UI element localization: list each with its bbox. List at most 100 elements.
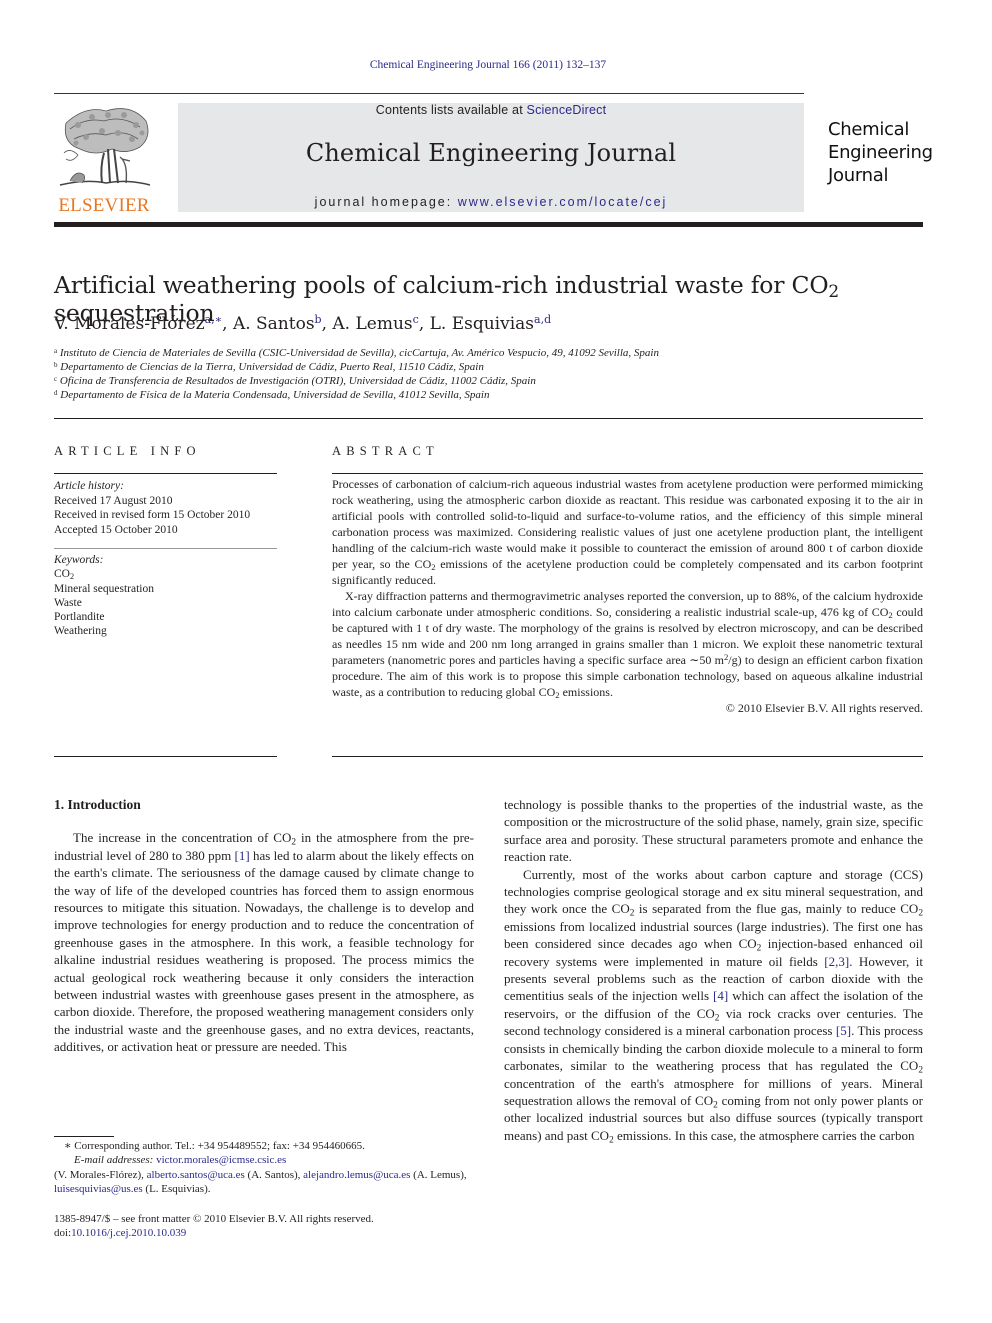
journal-citation[interactable]: Chemical Engineering Journal 166 (2011) …	[0, 59, 976, 71]
author-affiliation-mark[interactable]: b	[315, 313, 322, 326]
author-name[interactable]: L. Esquivias	[430, 314, 534, 334]
doi-link[interactable]: 10.1016/j.cej.2010.10.039	[71, 1227, 186, 1239]
abstract-bottom-rule	[332, 756, 923, 757]
article-info-rule	[54, 473, 277, 474]
subscript: 2	[918, 908, 923, 919]
contents-prefix: Contents lists available at	[375, 103, 527, 117]
body-column-left: 1. Introduction The increase in the conc…	[54, 796, 474, 1056]
affiliation-mark: b	[54, 361, 58, 369]
body-text: has led to alarm about the likely effect…	[54, 847, 474, 1055]
affiliation-mark: d	[54, 389, 58, 397]
affiliation-mark: a	[54, 347, 58, 355]
title-subscript: 2	[828, 281, 839, 302]
article-history-label: Article history:	[54, 480, 124, 492]
article-info-bottom-rule	[54, 756, 277, 757]
affiliation: c Oficina de Transferencia de Resultados…	[54, 375, 536, 387]
abstract-heading: ABSTRACT	[332, 444, 439, 458]
cover-title-line: Engineering	[828, 142, 933, 163]
issn-line: 1385-8947/$ – see front matter © 2010 El…	[54, 1213, 374, 1225]
email-link[interactable]: alejandro.lemus@uca.es	[303, 1169, 410, 1181]
footnotes: ∗ Corresponding author. Tel.: +34 954489…	[54, 1139, 474, 1196]
abstract-copyright: © 2010 Elsevier B.V. All rights reserved…	[725, 701, 923, 715]
journal-homepage-line: journal homepage: www.elsevier.com/locat…	[178, 195, 804, 209]
body-text: is separated from the flue gas, mainly t…	[634, 901, 919, 917]
footnote-rule	[54, 1136, 114, 1137]
body-text: emissions. In this case, the atmosphere …	[613, 1127, 915, 1143]
email-link[interactable]: alberto.santos@uca.es	[147, 1169, 245, 1181]
citation-link[interactable]: [1]	[234, 848, 249, 863]
sciencedirect-link[interactable]: ScienceDirect	[527, 103, 607, 117]
affiliation-text: Oficina de Transferencia de Resultados d…	[59, 375, 536, 387]
author-name[interactable]: A. Santos	[233, 314, 315, 334]
history-item: Received in revised form 15 October 2010	[54, 509, 251, 522]
keyword: Mineral sequestration	[54, 582, 154, 595]
body-paragraph: Currently, most of the works about carbo…	[504, 866, 923, 1145]
abstract-text: emissions.	[559, 685, 613, 699]
homepage-prefix: journal homepage:	[314, 195, 458, 209]
author-affiliation-mark[interactable]: a,∗	[205, 313, 223, 326]
email-owner: (L. Esquivias).	[142, 1182, 211, 1195]
citation-link[interactable]: [2,3]	[824, 954, 849, 969]
journal-banner: Contents lists available at ScienceDirec…	[178, 103, 804, 212]
author-affiliation-mark[interactable]: a,d	[534, 313, 551, 326]
header-top-rule	[54, 93, 804, 94]
contents-availability-line: Contents lists available at ScienceDirec…	[178, 103, 804, 117]
abstract-rule	[332, 473, 923, 474]
abstract-body: Processes of carbonation of calcium-rich…	[332, 476, 923, 716]
email-link[interactable]: luisesquivias@us.es	[54, 1183, 143, 1195]
email-link[interactable]: victor.morales@icmse.csic.es	[156, 1154, 286, 1166]
abstract-paragraph: X-ray diffraction patterns and thermogra…	[332, 588, 923, 700]
email-owner: (A. Lemus),	[410, 1168, 467, 1181]
author-name[interactable]: A. Lemus	[332, 314, 412, 334]
header-thick-rule	[54, 222, 923, 227]
body-paragraph: The increase in the concentration of CO2…	[54, 829, 474, 1055]
elsevier-tree-icon	[59, 108, 151, 186]
history-item: Accepted 15 October 2010	[54, 523, 178, 536]
body-paragraph: technology is possible thanks to the pro…	[504, 797, 923, 865]
affiliation: b Departamento de Ciencias de la Tierra,…	[54, 361, 484, 373]
email-addresses-continued: (V. Morales-Flórez), alberto.santos@uca.…	[54, 1168, 474, 1197]
email-owner: (A. Santos),	[244, 1168, 304, 1181]
body-column-right: technology is possible thanks to the pro…	[504, 796, 923, 1145]
section-heading-introduction: 1. Introduction	[54, 797, 141, 812]
email-label: E-mail addresses:	[74, 1154, 157, 1167]
citation-link[interactable]: [4]	[713, 988, 728, 1003]
journal-name: Chemical Engineering Journal	[305, 139, 677, 167]
email-owner: (V. Morales-Flórez),	[54, 1168, 147, 1181]
affiliation-text: Departamento de Física de la Materia Con…	[60, 389, 490, 401]
cover-title-line: Chemical	[828, 119, 910, 140]
front-matter: 1385-8947/$ – see front matter © 2010 El…	[54, 1212, 474, 1241]
history-item: Received 17 August 2010	[54, 494, 173, 507]
article-history: Article history: Received 17 August 2010…	[54, 479, 250, 537]
abstract-text: X-ray diffraction patterns and thermogra…	[332, 589, 923, 619]
email-addresses: E-mail addresses: victor.morales@icmse.c…	[54, 1153, 474, 1167]
elsevier-logo[interactable]: ELSEVIER	[54, 103, 154, 217]
subscript: 2	[918, 1065, 923, 1076]
keyword: CO2	[54, 567, 154, 581]
elsevier-wordmark: ELSEVIER	[58, 195, 150, 216]
corresponding-author-note: ∗ Corresponding author. Tel.: +34 954489…	[64, 1140, 365, 1152]
affiliation-rule	[54, 418, 923, 419]
article-info-heading: ARTICLE INFO	[54, 444, 201, 458]
doi-line: doi:10.1016/j.cej.2010.10.039	[54, 1226, 474, 1240]
author-list: V. Morales-Flóreza,∗, A. Santosb, A. Lem…	[54, 313, 552, 334]
keyword-text: CO	[54, 568, 70, 581]
affiliation: d Departamento de Física de la Materia C…	[54, 389, 490, 401]
affiliation-text: Departamento de Ciencias de la Tierra, U…	[60, 361, 484, 373]
citation-link[interactable]: [5]	[836, 1023, 851, 1038]
keyword: Weathering	[54, 625, 107, 638]
journal-homepage-link[interactable]: www.elsevier.com/locate/cej	[458, 195, 668, 209]
keyword: Portlandite	[54, 611, 105, 624]
affiliation-text: Instituto de Ciencia de Materiales de Se…	[59, 347, 659, 359]
author-affiliation-mark[interactable]: c	[413, 313, 419, 326]
doi-label: doi:	[54, 1227, 72, 1240]
cover-title-line: Journal	[828, 165, 889, 186]
title-text: Artificial weathering pools of calcium-r…	[54, 271, 829, 299]
keywords-label: Keywords:	[54, 554, 104, 566]
journal-cover-title: Chemical Engineering Journal	[828, 118, 933, 187]
keywords-rule	[54, 548, 277, 549]
author-name[interactable]: V. Morales-Flórez	[54, 314, 205, 334]
keywords-list: Keywords: CO2 Mineral sequestration Wast…	[54, 553, 154, 639]
body-text: The increase in the concentration of CO	[73, 830, 292, 846]
keyword: Waste	[54, 596, 82, 609]
